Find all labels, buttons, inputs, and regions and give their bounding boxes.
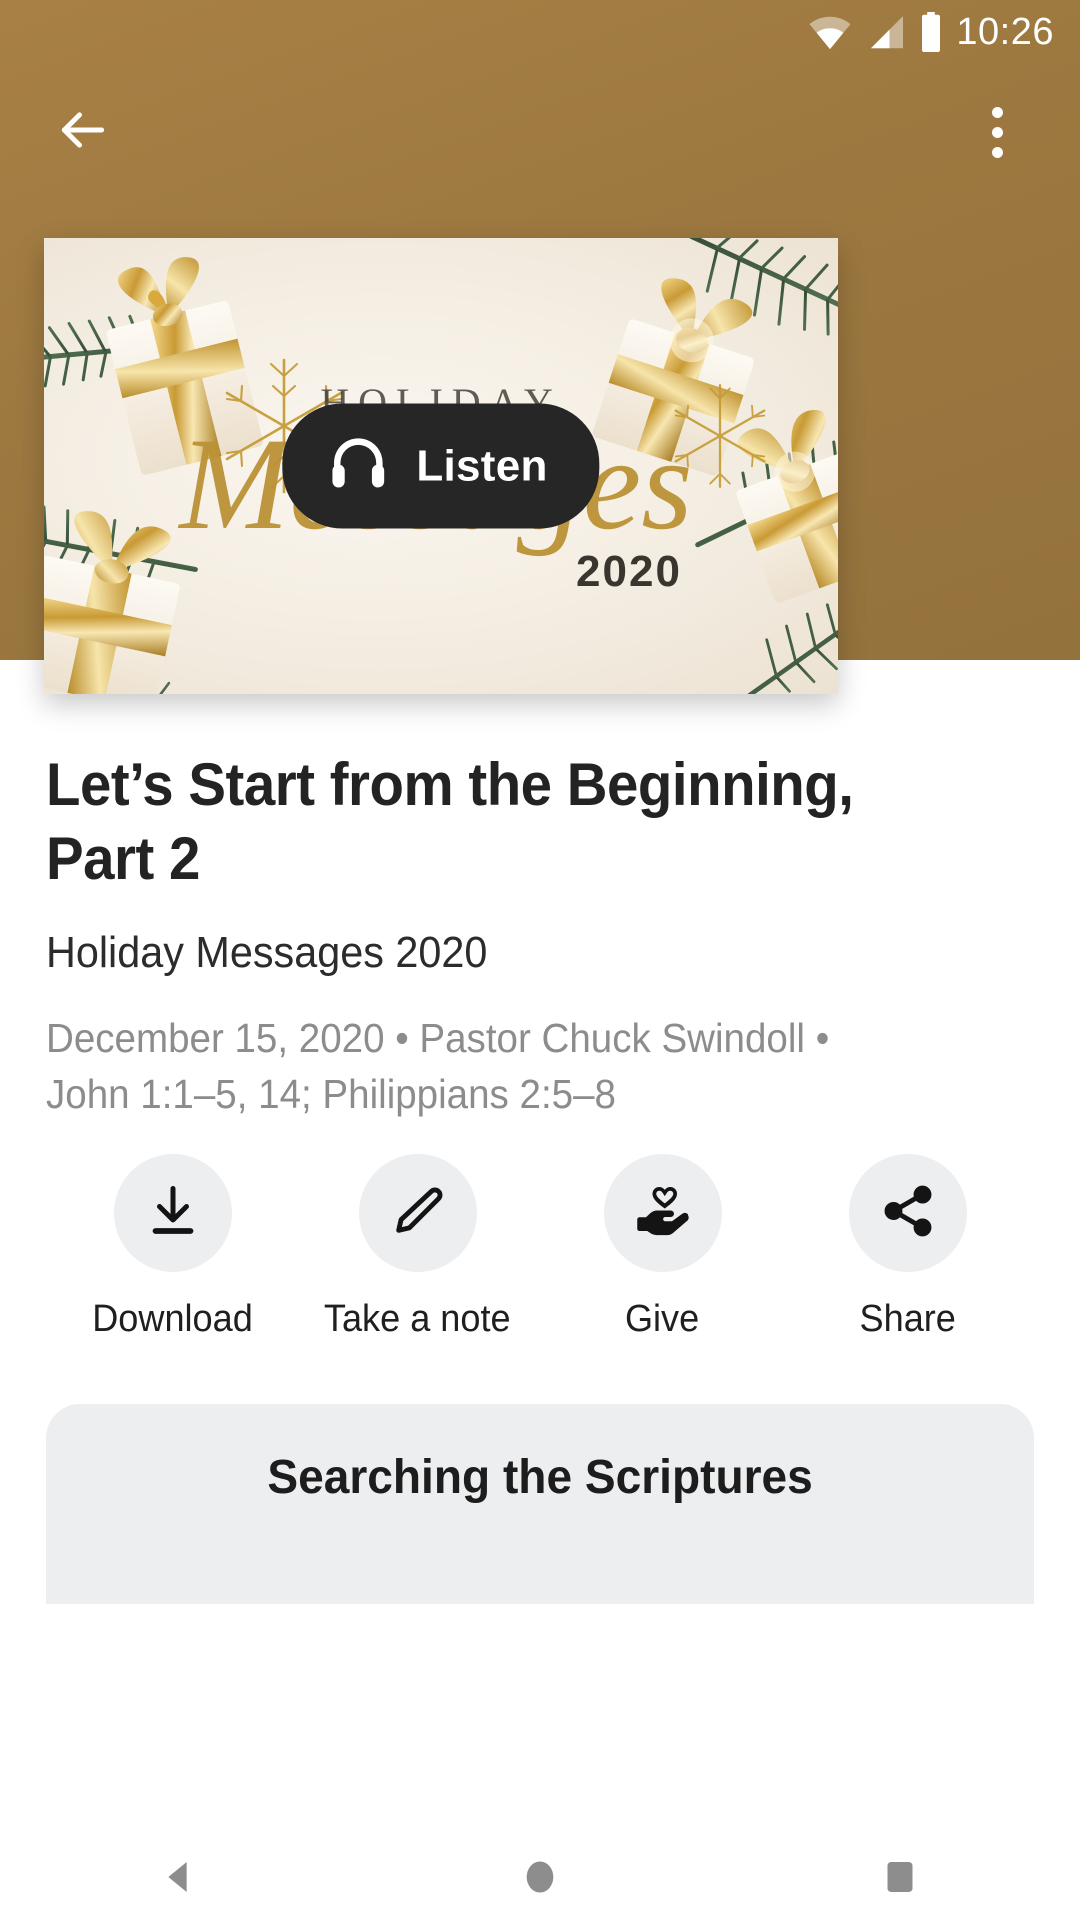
nav-home-button[interactable] [465, 1838, 615, 1920]
sermon-title: Let’s Start from the Beginning, Part 2 [46, 751, 854, 893]
take-a-note-button[interactable]: Take a note [295, 1154, 540, 1341]
sermon-series: Holiday Messages 2020 [46, 927, 488, 977]
share-button[interactable]: Share [785, 1154, 1030, 1341]
nav-back-triangle-icon [160, 1857, 200, 1902]
hand-heart-icon [633, 1181, 693, 1246]
download-button-circle [113, 1154, 232, 1272]
sermon-date-speaker: December 15, 2020 • Pastor Chuck Swindol… [46, 1014, 830, 1061]
more-options-icon [991, 106, 1003, 118]
give-button[interactable]: Give [540, 1154, 785, 1341]
back-arrow-icon [55, 102, 111, 163]
share-icon [879, 1182, 937, 1245]
download-icon [143, 1181, 203, 1246]
app-bar [0, 72, 1080, 192]
cellular-signal-icon [864, 14, 906, 50]
sermon-artwork-card[interactable]: HOLIDAY Messages 2020 Listen [44, 238, 838, 694]
android-navigation-bar [0, 1838, 1080, 1920]
back-button[interactable] [46, 95, 120, 169]
sermon-metadata: December 15, 2020 • Pastor Chuck Swindol… [46, 1010, 873, 1123]
svg-text:2020: 2020 [576, 547, 682, 596]
nav-recents-button[interactable] [825, 1838, 975, 1920]
download-button[interactable]: Download [50, 1154, 295, 1341]
listen-button-label: Listen [416, 441, 548, 490]
give-button-label: Give [625, 1298, 700, 1340]
searching-the-scriptures-card[interactable]: Searching the Scriptures [46, 1404, 1034, 1604]
sermon-scripture: John 1:1–5, 14; Philippians 2:5–8 [46, 1071, 616, 1118]
share-button-circle [848, 1154, 967, 1272]
status-bar-clock: 10:26 [956, 10, 1054, 53]
pencil-icon [389, 1182, 447, 1245]
sermon-detail-sheet: Let’s Start from the Beginning, Part 2 H… [0, 660, 1080, 1838]
more-options-icon [991, 146, 1003, 158]
nav-recents-square-icon [880, 1857, 920, 1902]
give-button-circle [603, 1154, 722, 1272]
download-button-label: Download [92, 1298, 253, 1340]
more-options-icon [991, 126, 1003, 138]
status-bar: 10:26 [0, 0, 1080, 64]
take-a-note-button-label: Take a note [324, 1298, 511, 1340]
action-row: Download Take a note Give Share [0, 1154, 1080, 1341]
battery-icon [918, 12, 944, 52]
headphones-icon [326, 432, 390, 501]
share-button-label: Share [859, 1298, 956, 1340]
sermon-info: Let’s Start from the Beginning, Part 2 H… [0, 660, 1080, 1123]
wifi-icon [808, 14, 852, 50]
nav-home-circle-icon [520, 1857, 560, 1902]
overflow-menu-button[interactable] [960, 95, 1034, 169]
nav-back-button[interactable] [105, 1838, 255, 1920]
listen-button[interactable]: Listen [282, 403, 600, 529]
searching-the-scriptures-title: Searching the Scriptures [267, 1451, 813, 1504]
take-a-note-button-circle [358, 1154, 477, 1272]
